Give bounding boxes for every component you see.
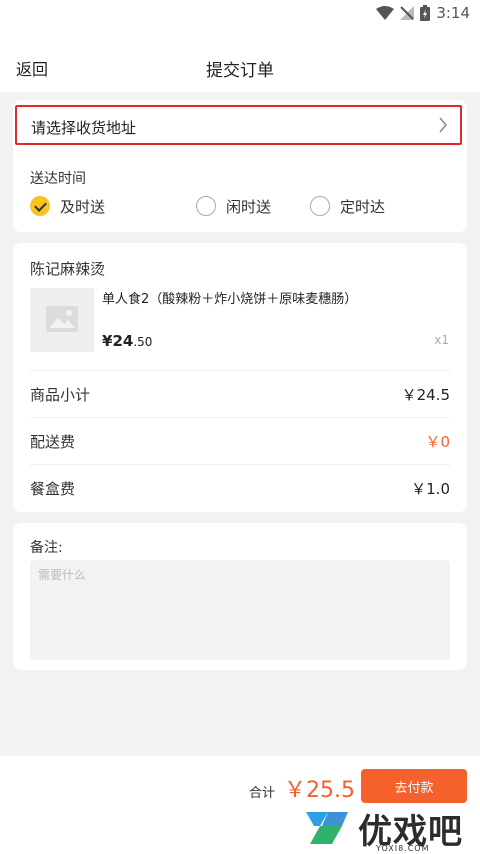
shop-name: 陈记麻辣烫 <box>30 260 106 278</box>
item-price: ¥24.50 <box>102 332 153 350</box>
nav-bar: 提交订单 返回 <box>0 28 480 92</box>
divider <box>30 464 450 465</box>
item-quantity: x1 <box>434 333 449 347</box>
order-card: 陈记麻辣烫 单人食2（酸辣粉＋炸小烧饼＋原味麦穗肠） ¥24.50 x1 商品小… <box>13 243 467 512</box>
select-address-row[interactable]: 请选择收货地址 <box>15 105 462 145</box>
delivery-time-title: 送达时间 <box>30 171 86 187</box>
item-thumbnail <box>30 288 94 352</box>
chevron-right-icon <box>439 117 447 133</box>
image-placeholder-icon <box>46 306 78 332</box>
box-fee-value: ￥1.0 <box>411 479 450 498</box>
delivery-fee-value: ￥0 <box>425 432 450 451</box>
radio-unchecked-icon[interactable] <box>310 196 330 216</box>
subtotal-value: ￥24.5 <box>401 385 450 404</box>
battery-charging-icon <box>420 5 431 21</box>
delivery-fee-label: 配送费 <box>30 432 76 451</box>
status-time: 3:14 <box>436 4 470 22</box>
delivery-option-label: 闲时送 <box>226 197 272 216</box>
delivery-fee-row: 配送费 ￥0 <box>30 431 450 451</box>
divider <box>30 417 450 418</box>
divider <box>30 370 450 371</box>
logo-mark-icon <box>306 812 348 844</box>
remark-input[interactable] <box>30 560 450 660</box>
delivery-option-label: 定时达 <box>340 197 386 216</box>
status-bar: 3:14 <box>0 0 480 28</box>
box-fee-row: 餐盒费 ￥1.0 <box>30 478 450 498</box>
item-name: 单人食2（酸辣粉＋炸小烧饼＋原味麦穗肠） <box>102 292 358 307</box>
no-signal-icon <box>400 6 415 20</box>
status-icons: 3:14 <box>376 4 470 22</box>
radio-unchecked-icon[interactable] <box>196 196 216 216</box>
box-fee-label: 餐盒费 <box>30 479 76 498</box>
address-delivery-card: 请选择收货地址 送达时间 及时送 闲时送 定时达 <box>13 100 467 232</box>
page-title: 提交订单 <box>206 61 274 81</box>
pay-button[interactable]: 去付款 <box>361 769 467 803</box>
remark-card: 备注: <box>13 523 467 670</box>
remark-label: 备注: <box>30 540 63 556</box>
delivery-option-scheduled[interactable]: 定时达 <box>310 195 385 217</box>
subtotal-row: 商品小计 ￥24.5 <box>30 384 450 404</box>
select-address-label: 请选择收货地址 <box>31 119 137 137</box>
watermark-subtext: YOXI8.COM <box>376 844 430 853</box>
watermark-logo: 优戏吧 YOXI8.COM <box>296 800 480 854</box>
back-button[interactable]: 返回 <box>16 56 48 80</box>
subtotal-label: 商品小计 <box>30 385 91 404</box>
radio-checked-icon[interactable] <box>30 196 50 216</box>
delivery-option-idle[interactable]: 闲时送 <box>196 195 271 217</box>
total-label: 合计 <box>249 786 276 801</box>
wifi-icon <box>376 6 395 20</box>
delivery-option-label: 及时送 <box>60 197 106 216</box>
delivery-option-immediate[interactable]: 及时送 <box>30 195 105 217</box>
